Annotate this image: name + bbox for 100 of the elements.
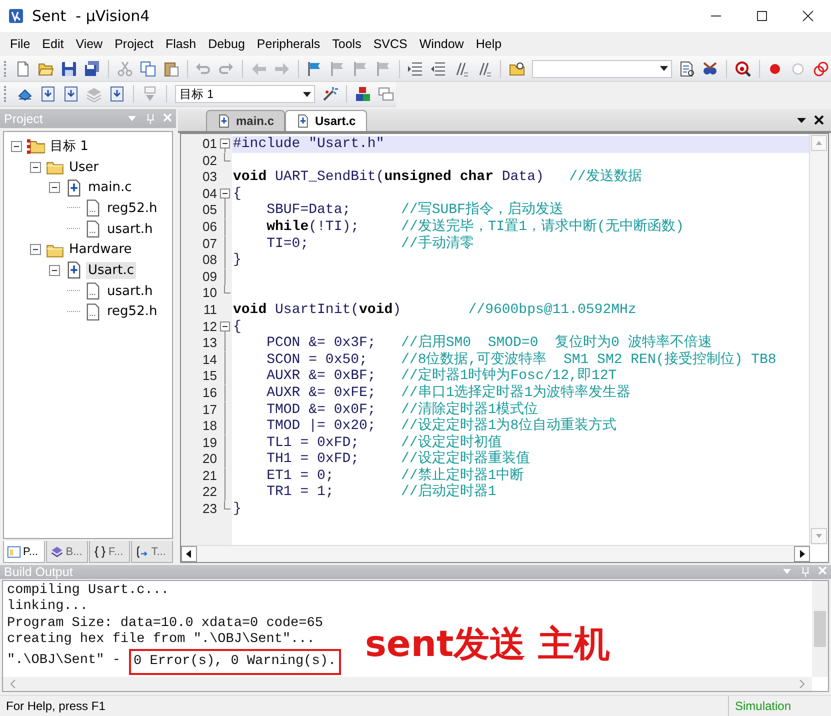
source-file-icon xyxy=(65,261,83,280)
menu-item[interactable]: Debug xyxy=(202,34,251,54)
line-number: 23 xyxy=(202,501,218,518)
panel-title: Build Output xyxy=(4,565,74,579)
panel-tab[interactable]: P... xyxy=(3,541,45,563)
code-line: SCON = 0x50; //8位数据,可变波特率 SM1 SM2 REN(接受控制位) TB8 xyxy=(266,352,778,368)
menu-item[interactable]: Flash xyxy=(159,34,202,54)
code-line: { xyxy=(232,318,242,336)
tree-item[interactable]: User xyxy=(67,158,101,176)
tree-item[interactable]: reg52.h xyxy=(105,200,160,217)
collapse-toggle[interactable] xyxy=(10,140,23,153)
line-number: 11 xyxy=(202,302,218,319)
panel-tab[interactable]: B... xyxy=(46,541,88,563)
tree-item[interactable]: reg52.h xyxy=(105,303,160,320)
editor-tab[interactable]: Usart.c xyxy=(285,110,367,131)
tree-item[interactable]: Usart.c xyxy=(86,262,136,279)
code-line: PCON &= 0x3F; //启用SM0 SMOD=0 复位时为0 波特率不倍速 xyxy=(266,335,713,352)
line-number: 18 xyxy=(202,418,218,435)
code-line: } xyxy=(232,252,242,269)
close-icon[interactable] xyxy=(800,8,816,24)
line-number: 19 xyxy=(202,434,218,452)
template-icon xyxy=(135,544,150,558)
line-number: 22 xyxy=(202,484,218,502)
code-line: TH1 = 0xFD; //设定定时器重装值 xyxy=(266,451,531,468)
source-file-icon xyxy=(296,114,310,128)
line-number: 21 xyxy=(202,468,218,484)
menu-item[interactable]: View xyxy=(70,34,109,54)
annotation-text: sent发送 主机 xyxy=(365,625,610,665)
line-number: 09 xyxy=(202,268,218,286)
code-line: SBUF=Data; //写SUBF指令，启动发送 xyxy=(266,202,564,218)
menu-item[interactable]: Help xyxy=(470,34,508,54)
code-line: while(!TI); //发送完毕，TI置1，请求中断(无中断函数) xyxy=(266,218,685,235)
output-line: linking... xyxy=(7,599,88,616)
collapse-toggle[interactable] xyxy=(29,160,42,174)
braces-icon xyxy=(92,544,106,558)
code-line: TL1 = 0xFD; //设定定时初值 xyxy=(266,434,502,451)
vertical-scrollbar[interactable] xyxy=(812,581,828,677)
menu-item[interactable]: Tools xyxy=(326,34,368,54)
status-help-text: For Help, press F1 xyxy=(5,699,106,713)
code-line: TR1 = 1; //启动定时器1 xyxy=(266,484,498,502)
code-line: void UsartInit(void) //9600bps@11.0592MHz xyxy=(232,302,638,319)
project-icon xyxy=(7,544,21,558)
target-icon xyxy=(27,137,45,156)
dropdown-arrow-icon[interactable] xyxy=(660,66,668,71)
fold-toggle[interactable] xyxy=(219,186,231,202)
line-number: 14 xyxy=(202,352,218,368)
window-title: Sent - µVision4 xyxy=(32,7,150,25)
tree-item[interactable]: main.c xyxy=(86,179,134,196)
panel-tab[interactable]: F... xyxy=(88,541,130,563)
menu-item[interactable]: SVCS xyxy=(367,34,414,54)
code-line: } xyxy=(232,501,242,518)
code-line: AUXR &= 0xBF; //定时器1时钟为Fosc/12,即12T xyxy=(266,368,618,384)
line-number: 01 xyxy=(202,136,218,153)
collapse-toggle[interactable] xyxy=(29,243,42,256)
code-line: TMOD &= 0x0F; //清除定时器1模式位 xyxy=(266,402,540,418)
tree-item[interactable]: usart.h xyxy=(105,220,155,238)
collapse-toggle[interactable] xyxy=(48,181,61,194)
line-number: 07 xyxy=(202,236,218,252)
menu-item[interactable]: File xyxy=(4,34,36,54)
code-line: TI=0; //手动清零 xyxy=(266,236,475,252)
tree-item[interactable]: usart.h xyxy=(105,282,155,300)
menu-item[interactable]: Edit xyxy=(36,34,70,54)
app-icon xyxy=(8,8,24,24)
line-number: 03 xyxy=(202,169,218,186)
line-number: 04 xyxy=(202,186,218,202)
header-file-icon xyxy=(84,282,102,300)
panel-tab[interactable]: T... xyxy=(131,541,173,563)
line-number: 05 xyxy=(202,202,218,219)
collapse-toggle[interactable] xyxy=(48,264,61,277)
header-file-icon xyxy=(84,302,102,321)
tab-controls-icon[interactable] xyxy=(797,115,825,127)
tree-item[interactable]: Hardware xyxy=(67,241,134,258)
maximize-icon[interactable] xyxy=(754,8,770,24)
output-line: Program Size: data=10.0 xdata=0 code=65 xyxy=(7,616,323,632)
code-line: { xyxy=(232,186,242,202)
output-line: creating hex file from ".\OBJ\Sent"... xyxy=(7,632,315,649)
line-number: 15 xyxy=(202,368,218,385)
target-combo[interactable]: 目标 1 xyxy=(174,85,316,103)
fold-toggle[interactable] xyxy=(219,318,231,336)
menu-item[interactable]: Project xyxy=(108,34,160,54)
horizontal-scrollbar[interactable] xyxy=(181,545,810,562)
line-number: 17 xyxy=(202,402,218,418)
menu-item[interactable]: Window xyxy=(413,34,470,54)
code-line: void UART_SendBit(unsigned char Data) //发送数据 xyxy=(232,169,643,186)
books-icon xyxy=(50,544,64,558)
fold-toggle[interactable] xyxy=(219,136,231,153)
editor-tab[interactable]: main.c xyxy=(206,110,286,131)
line-number: 08 xyxy=(202,252,218,269)
line-number: 10 xyxy=(202,285,218,302)
line-number: 02 xyxy=(202,152,218,170)
header-file-icon xyxy=(84,220,102,238)
line-number: 16 xyxy=(202,384,218,402)
dropdown-arrow-icon[interactable] xyxy=(303,92,312,96)
code-line: TMOD |= 0x20; //设定定时器1为8位自动重装方式 xyxy=(266,418,618,434)
tree-item[interactable]: 目标 1 xyxy=(48,136,90,156)
line-number: 12 xyxy=(202,318,218,336)
panel-title: Project xyxy=(4,112,44,126)
menu-item[interactable]: Peripherals xyxy=(250,34,326,54)
source-file-icon xyxy=(65,178,83,197)
status-mode: Simulation xyxy=(728,696,831,716)
